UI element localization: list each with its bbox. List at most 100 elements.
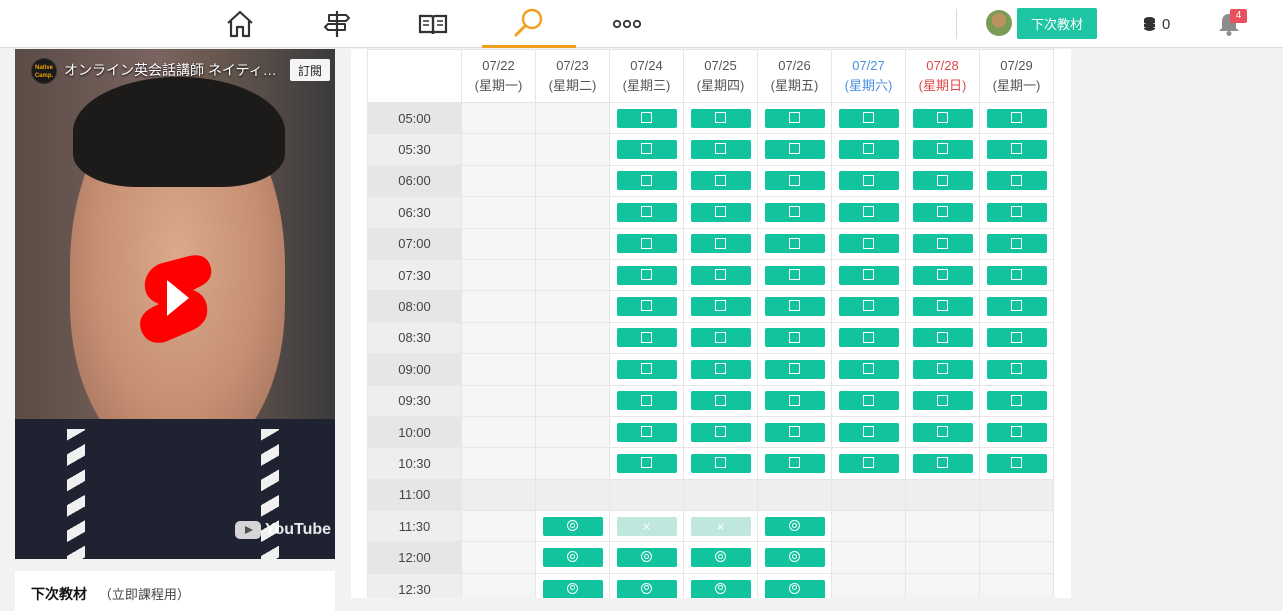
reservable-slot-button[interactable] <box>616 579 677 598</box>
open-slot-button[interactable] <box>986 140 1047 160</box>
open-slot-button[interactable] <box>838 453 899 473</box>
reservable-slot-button[interactable] <box>764 548 825 568</box>
open-slot-button[interactable] <box>838 328 899 348</box>
open-slot-button[interactable] <box>690 422 751 442</box>
open-slot-button[interactable] <box>912 171 973 191</box>
open-slot-button[interactable] <box>616 234 677 254</box>
open-slot-button[interactable] <box>986 108 1047 128</box>
open-slot-button[interactable] <box>616 202 677 222</box>
open-slot-button[interactable] <box>912 297 973 317</box>
open-slot-button[interactable] <box>986 202 1047 222</box>
avatar[interactable] <box>986 10 1012 36</box>
open-slot-button[interactable] <box>912 422 973 442</box>
open-slot-button[interactable] <box>616 453 677 473</box>
open-slot-button[interactable] <box>986 422 1047 442</box>
nav-home[interactable] <box>193 0 287 48</box>
weekday-label: (星期三) <box>622 78 671 93</box>
open-square-icon <box>1011 112 1022 124</box>
nav-search[interactable] <box>482 0 576 48</box>
youtube-watermark[interactable]: YouTube <box>235 521 331 539</box>
coin-balance[interactable]: 0 <box>1143 12 1170 36</box>
open-slot-button[interactable] <box>690 328 751 348</box>
open-slot-button[interactable] <box>616 359 677 379</box>
shorts-play-icon[interactable] <box>137 252 215 344</box>
open-slot-button[interactable] <box>764 265 825 285</box>
open-slot-button[interactable] <box>986 265 1047 285</box>
open-slot-button[interactable] <box>690 453 751 473</box>
open-slot-button[interactable] <box>912 108 973 128</box>
open-slot-button[interactable] <box>764 108 825 128</box>
open-slot-button[interactable] <box>986 453 1047 473</box>
open-slot-button[interactable] <box>986 171 1047 191</box>
open-slot-button[interactable] <box>616 328 677 348</box>
open-slot-button[interactable] <box>616 391 677 411</box>
open-slot-button[interactable] <box>986 328 1047 348</box>
channel-logo[interactable]: Native Camp. <box>31 58 57 84</box>
open-slot-button[interactable] <box>764 140 825 160</box>
schedule-cell <box>831 227 906 260</box>
open-slot-button[interactable] <box>764 297 825 317</box>
open-slot-button[interactable] <box>838 265 899 285</box>
open-slot-button[interactable] <box>986 391 1047 411</box>
open-slot-button[interactable] <box>690 391 751 411</box>
reservable-slot-button[interactable] <box>542 516 603 536</box>
reservable-slot-button[interactable] <box>690 548 751 568</box>
open-slot-button[interactable] <box>764 391 825 411</box>
schedule-cell <box>979 196 1054 229</box>
open-slot-button[interactable] <box>764 234 825 254</box>
nav-book[interactable] <box>386 0 480 48</box>
open-slot-button[interactable] <box>616 265 677 285</box>
teacher-video-player[interactable]: Native Camp. オンライン英会話講師 ネイティ… 訂閱 YouTube <box>15 49 335 559</box>
open-slot-button[interactable] <box>838 297 899 317</box>
open-slot-button[interactable] <box>912 359 973 379</box>
reservable-slot-button[interactable] <box>542 548 603 568</box>
next-material-button[interactable]: 下次教材 <box>1017 8 1097 39</box>
open-slot-button[interactable] <box>912 140 973 160</box>
open-slot-button[interactable] <box>690 171 751 191</box>
open-slot-button[interactable] <box>690 202 751 222</box>
open-slot-button[interactable] <box>616 140 677 160</box>
open-slot-button[interactable] <box>616 171 677 191</box>
open-slot-button[interactable] <box>838 359 899 379</box>
open-slot-button[interactable] <box>838 108 899 128</box>
open-slot-button[interactable] <box>838 234 899 254</box>
open-slot-button[interactable] <box>764 171 825 191</box>
open-slot-button[interactable] <box>616 297 677 317</box>
open-slot-button[interactable] <box>912 265 973 285</box>
open-slot-button[interactable] <box>912 202 973 222</box>
reservable-slot-button[interactable] <box>764 579 825 598</box>
open-slot-button[interactable] <box>690 297 751 317</box>
open-slot-button[interactable] <box>690 234 751 254</box>
open-slot-button[interactable] <box>986 359 1047 379</box>
open-slot-button[interactable] <box>986 234 1047 254</box>
open-slot-button[interactable] <box>986 297 1047 317</box>
open-slot-button[interactable] <box>690 359 751 379</box>
open-slot-button[interactable] <box>838 391 899 411</box>
open-slot-button[interactable] <box>764 202 825 222</box>
open-slot-button[interactable] <box>838 140 899 160</box>
open-slot-button[interactable] <box>616 108 677 128</box>
subscribe-button[interactable]: 訂閱 <box>290 59 330 81</box>
nav-more[interactable] <box>580 0 674 48</box>
open-slot-button[interactable] <box>912 234 973 254</box>
open-slot-button[interactable] <box>690 265 751 285</box>
open-slot-button[interactable] <box>912 391 973 411</box>
open-slot-button[interactable] <box>912 453 973 473</box>
reservable-slot-button[interactable] <box>690 579 751 598</box>
open-slot-button[interactable] <box>838 202 899 222</box>
open-slot-button[interactable] <box>764 453 825 473</box>
reservable-slot-button[interactable] <box>542 579 603 598</box>
open-slot-button[interactable] <box>690 140 751 160</box>
open-slot-button[interactable] <box>616 422 677 442</box>
open-slot-button[interactable] <box>838 171 899 191</box>
nav-signpost[interactable] <box>290 0 384 48</box>
open-slot-button[interactable] <box>912 328 973 348</box>
reservable-slot-button[interactable] <box>764 516 825 536</box>
open-slot-button[interactable] <box>690 108 751 128</box>
open-slot-button[interactable] <box>764 422 825 442</box>
open-slot-button[interactable] <box>764 359 825 379</box>
open-slot-button[interactable] <box>764 328 825 348</box>
reservable-slot-button[interactable] <box>616 548 677 568</box>
open-slot-button[interactable] <box>838 422 899 442</box>
video-title[interactable]: オンライン英会話講師 ネイティ… <box>64 60 284 80</box>
